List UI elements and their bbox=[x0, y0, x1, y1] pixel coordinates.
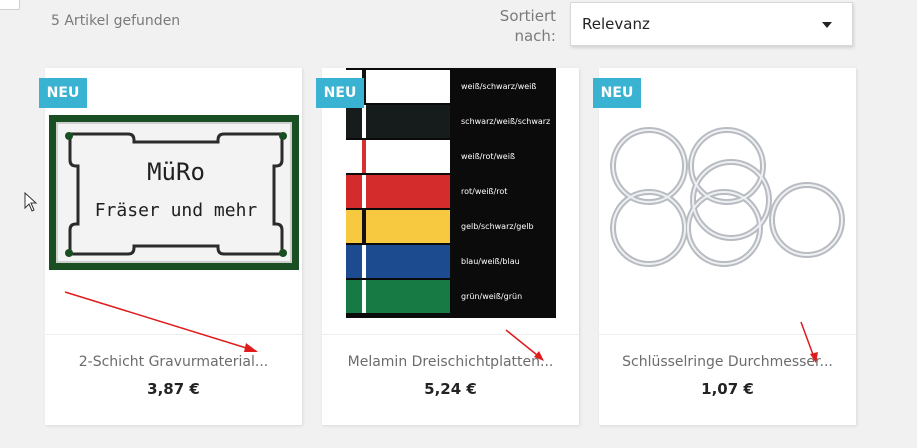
card-divider bbox=[322, 334, 579, 335]
swatch-label: blau/weiß/blau bbox=[461, 257, 520, 266]
swatch-label: grün/weiß/grün bbox=[461, 292, 523, 301]
sort-label: Sortiert nach: bbox=[499, 7, 556, 45]
product-card[interactable]: NEU MüRo Fräser und mehr 2-Schicht Gravu… bbox=[39, 68, 302, 425]
swatch-label: gelb/schwarz/gelb bbox=[461, 222, 534, 231]
result-count: 5 Artikel gefunden bbox=[51, 13, 181, 29]
swatch-label: rot/weiß/rot bbox=[461, 187, 508, 196]
card-divider bbox=[599, 334, 856, 335]
product-card[interactable]: NEU weiß/schwarz/weiß schwarz/weiß/schwa… bbox=[316, 68, 579, 425]
color-swatches-image: weiß/schwarz/weiß schwarz/weiß/schwarz w… bbox=[346, 68, 556, 318]
product-card[interactable]: NEU Schlüsselringe Durchmesser... 1,07 € bbox=[593, 68, 856, 425]
card-divider bbox=[45, 334, 302, 335]
product-price: 5,24 € bbox=[424, 380, 477, 398]
sort-dropdown[interactable]: Relevanz bbox=[570, 2, 853, 46]
swatch-yellow-black-yellow bbox=[346, 210, 450, 243]
engraving-sign-image: MüRo Fräser und mehr bbox=[49, 115, 299, 270]
sort-selected-value: Relevanz bbox=[582, 15, 650, 33]
collapsed-panel-corner[interactable] bbox=[0, 0, 20, 10]
product-price: 1,07 € bbox=[701, 380, 754, 398]
product-name-link[interactable]: Melamin Dreischichtplatten... bbox=[322, 354, 579, 370]
new-badge: NEU bbox=[39, 78, 87, 108]
swatch-red-white-red bbox=[346, 175, 450, 208]
swatch-label: schwarz/weiß/schwarz bbox=[461, 117, 551, 126]
swatch-white-red-white bbox=[346, 140, 450, 173]
swatch-black-white-black bbox=[346, 105, 450, 138]
product-name-link[interactable]: 2-Schicht Gravurmaterial... bbox=[45, 354, 302, 370]
caret-down-icon bbox=[822, 22, 832, 28]
sign-text-line2: Fräser und mehr bbox=[94, 200, 258, 221]
product-price: 3,87 € bbox=[147, 380, 200, 398]
new-badge: NEU bbox=[593, 78, 641, 108]
new-badge: NEU bbox=[316, 78, 364, 108]
product-name-link[interactable]: Schlüsselringe Durchmesser... bbox=[599, 354, 856, 370]
swatch-green-white-green bbox=[346, 280, 450, 313]
sign-text-line1: MüRo bbox=[147, 158, 205, 186]
swatch-blue-white-blue bbox=[346, 245, 450, 278]
mouse-cursor-icon bbox=[24, 192, 38, 212]
swatch-label: weiß/rot/weiß bbox=[461, 152, 515, 161]
swatch-label: weiß/schwarz/weiß bbox=[461, 82, 537, 91]
